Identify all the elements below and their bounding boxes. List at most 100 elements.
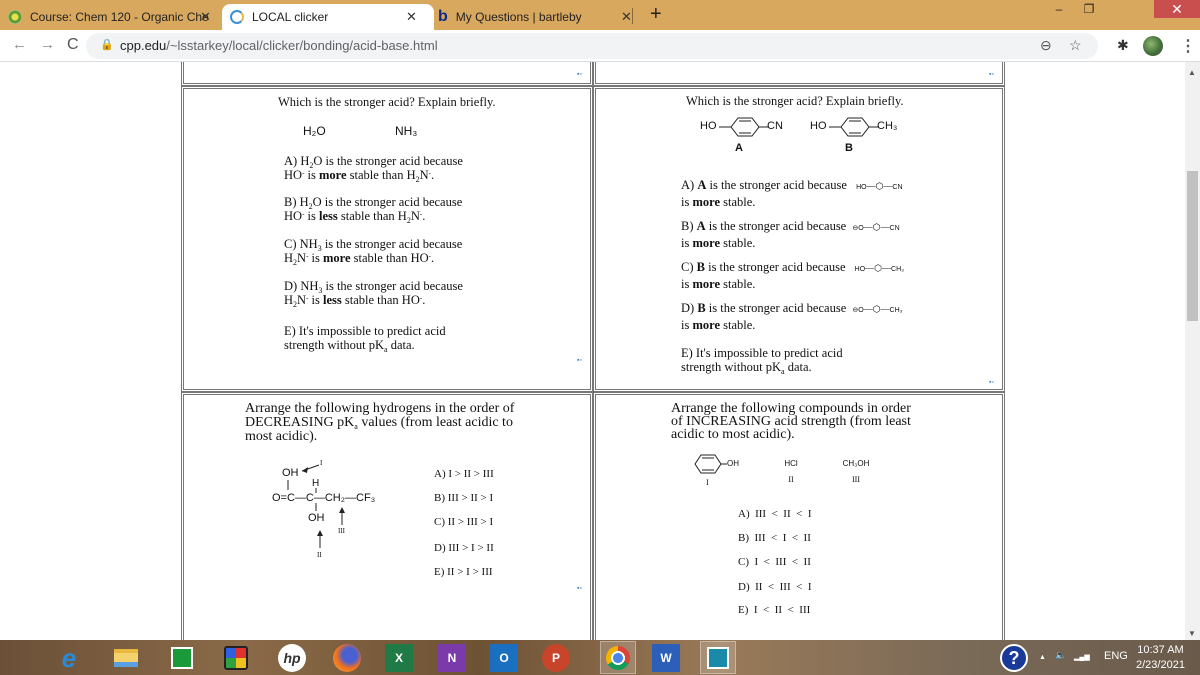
chrome-icon[interactable]: [600, 641, 636, 674]
tab-local-clicker[interactable]: LOCAL clicker ✕: [222, 4, 434, 30]
microsoft-store-icon[interactable]: [168, 644, 196, 672]
lock-icon[interactable]: 🔒: [100, 38, 114, 51]
help-icon[interactable]: ?: [1000, 644, 1028, 672]
structure-fragment: CN: [767, 120, 783, 132]
answer-option-d[interactable]: D) III > I > II: [434, 541, 494, 555]
structure-fragment: [171, 647, 193, 669]
url-input[interactable]: 🔒 cpp.edu/~lsstarkey/local/clicker/bondi…: [86, 33, 1098, 59]
forward-button[interactable]: →: [40, 36, 55, 53]
vertical-scrollbar[interactable]: ▲ ▼: [1185, 62, 1200, 640]
file-explorer-icon[interactable]: [112, 644, 140, 672]
option-text-fragment: E) It's impossible to predict acid: [681, 346, 843, 360]
answer-option-d[interactable]: D) II < III < I: [738, 580, 812, 594]
option-text-fragment: .: [422, 293, 426, 307]
close-tab-icon[interactable]: ✕: [200, 9, 211, 25]
minimize-button[interactable]: –: [1044, 0, 1074, 18]
question-cyanophenol-vs-cresol: Which is the stronger acid? Explain brie…: [593, 86, 1005, 392]
structure-fragment: HCl: [784, 459, 798, 468]
network-signal-icon[interactable]: ▂▄▆: [1074, 653, 1090, 661]
browser-menu-icon[interactable]: ⋮: [1180, 36, 1196, 56]
slide-marker-icon: ▪▫: [989, 379, 994, 386]
answer-option-b[interactable]: B) A is the stronger acid because ⊖O—⬡—C…: [681, 219, 900, 250]
answer-option-a[interactable]: A) I > II > III: [434, 467, 494, 481]
new-tab-button[interactable]: +: [650, 3, 662, 26]
word-icon[interactable]: W: [652, 644, 680, 672]
option-text-fragment: more: [692, 236, 721, 250]
reload-button[interactable]: C: [67, 36, 79, 54]
extensions-puzzle-icon[interactable]: ✱: [1117, 37, 1129, 54]
question-cell-previous-right: ▪▫: [593, 62, 1005, 86]
option-text-fragment: HO: [854, 266, 866, 273]
powerpoint-icon[interactable]: P: [542, 644, 570, 672]
restore-button[interactable]: ❐: [1074, 0, 1104, 18]
answer-option-a[interactable]: A) III < II < I: [738, 507, 812, 521]
answer-option-e[interactable]: E) It's impossible to predict acid stren…: [681, 346, 843, 376]
zoom-out-icon[interactable]: ⊖: [1040, 37, 1052, 54]
compound-a: HO CN A: [700, 115, 800, 159]
excel-icon[interactable]: X: [385, 644, 413, 672]
tab-label: Course: Chem 120 - Organic Che: [30, 10, 209, 24]
option-text-fragment: H: [284, 293, 294, 307]
scroll-up-arrow-icon[interactable]: ▲: [1188, 68, 1196, 77]
benzene-ring-icon: —⬡—: [866, 181, 893, 191]
profile-avatar[interactable]: [1143, 36, 1163, 56]
system-clock[interactable]: 10:37 AM 2/23/2021: [1136, 643, 1185, 673]
puzzle-app-icon[interactable]: [222, 644, 250, 672]
internet-explorer-icon[interactable]: e: [55, 643, 83, 673]
option-text-fragment: .: [431, 251, 435, 265]
answer-option-b[interactable]: B) III > II > I: [434, 491, 493, 505]
language-indicator[interactable]: ENG: [1104, 650, 1128, 662]
structure-fragment: OH: [727, 459, 739, 468]
onenote-icon[interactable]: N: [438, 644, 466, 672]
answer-option-d[interactable]: D) B is the stronger acid because ⊖O—⬡—C…: [681, 301, 903, 332]
option-text-fragment: B: [697, 301, 706, 315]
answer-option-b[interactable]: B) H2O is the stronger acid because HO- …: [284, 195, 462, 225]
close-tab-icon[interactable]: ✕: [406, 9, 417, 25]
photos-icon[interactable]: [700, 641, 736, 674]
hp-icon[interactable]: hp: [278, 644, 306, 672]
bookmark-star-icon[interactable]: ☆: [1069, 37, 1082, 54]
option-text-fragment: is: [681, 195, 693, 209]
firefox-icon[interactable]: [333, 644, 361, 672]
structure-fragment: HO: [700, 120, 717, 132]
option-text-fragment: HO: [284, 209, 303, 223]
url-text: cpp.edu/~lsstarkey/local/clicker/bonding…: [120, 38, 438, 53]
answer-option-c[interactable]: C) II > III > I: [434, 515, 493, 529]
back-button[interactable]: ←: [12, 36, 27, 53]
structure-fragment: O=C—C—CH₂—CF₃: [272, 492, 376, 504]
answer-option-c[interactable]: C) I < III < II: [738, 555, 811, 569]
option-text-fragment: stable than HO: [350, 251, 429, 265]
answer-option-d[interactable]: D) NH3 is the stronger acid because H2N-…: [284, 279, 463, 309]
option-text-fragment: stable.: [720, 318, 756, 332]
benzene-ring-icon: [694, 454, 727, 474]
option-text-fragment: CN: [889, 225, 900, 232]
answer-option-c[interactable]: C) B is the stronger acid because HO—⬡—C…: [681, 260, 904, 291]
tab-bartleby[interactable]: b My Questions | bartleby ✕: [438, 4, 638, 30]
volume-icon[interactable]: 🔈: [1055, 650, 1066, 661]
answer-option-e[interactable]: E) It's impossible to predict acid stren…: [284, 324, 446, 354]
answer-option-c[interactable]: C) NH3 is the stronger acid because H2N-…: [284, 237, 462, 267]
compound-hcl: HCl II: [776, 459, 806, 484]
option-text-fragment: CH₃: [889, 307, 903, 314]
option-text-fragment: more: [319, 168, 347, 182]
option-text-fragment: .: [422, 209, 426, 223]
show-hidden-icons-icon[interactable]: ▲: [1039, 654, 1046, 661]
option-text-fragment: H: [284, 251, 294, 265]
scrollbar-thumb[interactable]: [1187, 171, 1198, 321]
scroll-down-arrow-icon[interactable]: ▼: [1188, 629, 1196, 638]
answer-option-b[interactable]: B) III < I < II: [738, 531, 811, 545]
compound-ammonia: NH₃: [395, 124, 418, 138]
answer-option-e[interactable]: E) I < II < III: [738, 603, 810, 617]
slide-marker-icon: ▪▫: [989, 71, 994, 78]
close-tab-icon[interactable]: ✕: [621, 9, 632, 25]
start-button[interactable]: [8, 647, 30, 669]
structure-fragment: I: [320, 459, 323, 467]
tab-course-chem120[interactable]: Course: Chem 120 - Organic Che ✕: [8, 4, 218, 30]
question-water-vs-ammonia: Which is the stronger acid? Explain brie…: [181, 86, 593, 392]
answer-option-e[interactable]: E) II > I > III: [434, 565, 493, 579]
outlook-icon[interactable]: O: [490, 644, 518, 672]
answer-option-a[interactable]: A) H2O is the stronger acid because HO- …: [284, 154, 463, 184]
answer-option-a[interactable]: A) A is the stronger acid because HO—⬡—C…: [681, 178, 903, 209]
option-text-fragment: is the stronger acid because: [704, 260, 846, 274]
close-window-button[interactable]: ✕: [1154, 0, 1200, 18]
